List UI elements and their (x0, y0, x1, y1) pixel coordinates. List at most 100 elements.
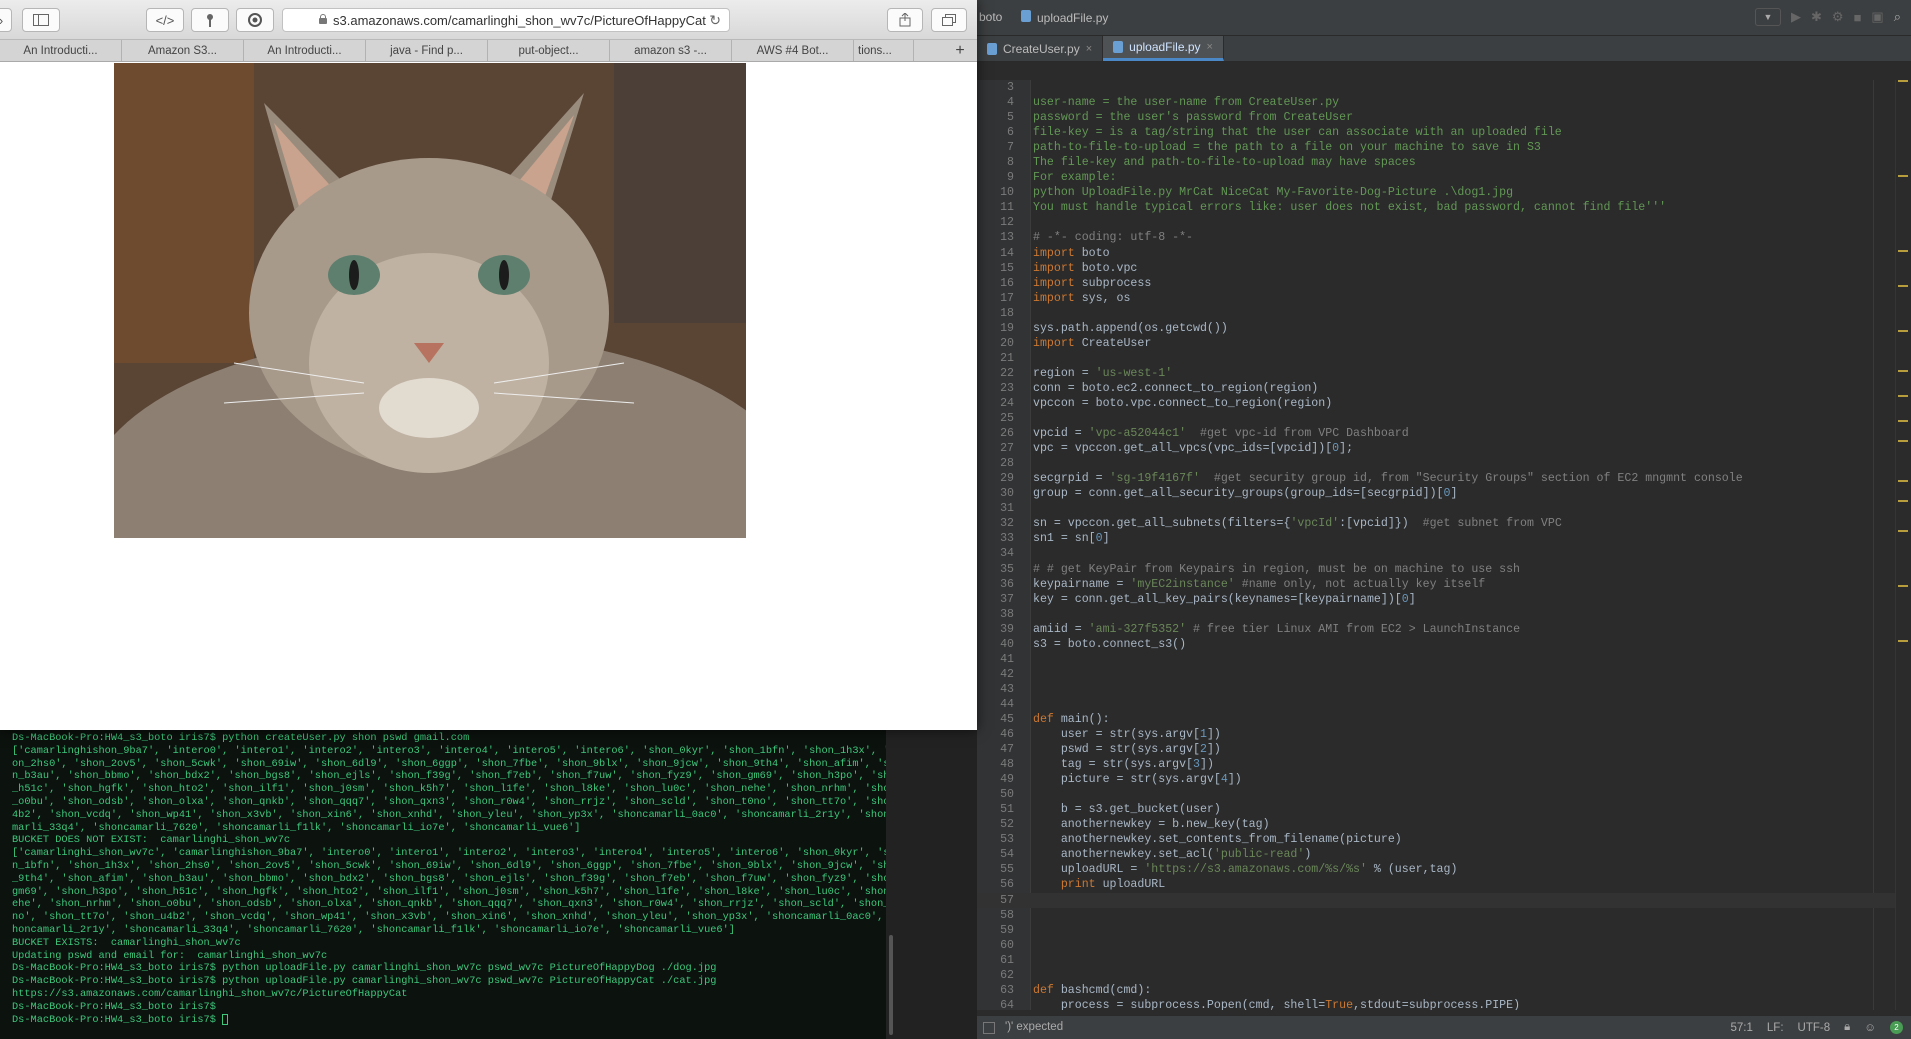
stripe-marker[interactable] (1898, 585, 1908, 587)
browser-tab[interactable]: java - Find p... (366, 40, 488, 61)
tabs-overview-icon[interactable] (931, 8, 967, 32)
breadcrumb-project[interactable]: boto (979, 10, 1002, 24)
share-icon[interactable] (887, 8, 923, 32)
extension-icon[interactable] (236, 8, 274, 32)
breadcrumb-file[interactable]: uploadFile.py (1021, 10, 1108, 25)
run-icon[interactable]: ▶ (1791, 9, 1801, 25)
stripe-marker[interactable] (1898, 395, 1908, 397)
code-line[interactable]: 21 (977, 351, 1911, 366)
debug-icon[interactable]: ✱ (1811, 9, 1822, 25)
code-line[interactable]: 5 password = the user's password from Cre… (977, 110, 1911, 125)
code-line[interactable]: 12 (977, 215, 1911, 230)
code-line[interactable]: 33 sn1 = sn[0] (977, 531, 1911, 546)
stripe-marker[interactable] (1898, 530, 1908, 532)
code-line[interactable]: 43 (977, 682, 1911, 697)
code-line[interactable]: 22 region = 'us-west-1' (977, 366, 1911, 381)
browser-tab[interactable]: An Introducti... (0, 40, 122, 61)
search-icon[interactable]: ⌕ (1894, 9, 1901, 25)
stripe-marker[interactable] (1898, 370, 1908, 372)
file-encoding[interactable]: UTF-8 (1798, 1022, 1831, 1034)
stripe-marker[interactable] (1898, 420, 1908, 422)
code-line[interactable]: 34 (977, 546, 1911, 561)
tab-createuser[interactable]: CreateUser.py × (977, 36, 1104, 61)
code-line[interactable]: 45 def main(): (977, 712, 1911, 727)
code-line[interactable]: 7 path-to-file-to-upload = the path to a … (977, 140, 1911, 155)
close-icon[interactable]: × (1086, 43, 1092, 55)
run-config-dropdown[interactable]: ▼ (1755, 8, 1781, 26)
code-line[interactable]: 36 keypairname = 'myEC2instance' #name on… (977, 577, 1911, 592)
close-icon[interactable]: × (1207, 41, 1213, 53)
code-line[interactable]: 44 (977, 697, 1911, 712)
code-line[interactable]: 26 vpcid = 'vpc-a52044c1' #get vpc-id fro… (977, 426, 1911, 441)
stripe-marker[interactable] (1898, 640, 1908, 642)
code-line[interactable]: 54 anothernewkey.set_acl('public-read') (977, 847, 1911, 862)
code-line[interactable]: 25 (977, 411, 1911, 426)
pin-icon[interactable] (191, 8, 229, 32)
layout-icon[interactable]: ▣ (1871, 9, 1883, 25)
code-line[interactable]: 8 The file-key and path-to-file-to-upload… (977, 155, 1911, 170)
address-bar[interactable]: s3.amazonaws.com/camarlinghi_shon_wv7c/P… (282, 8, 730, 32)
browser-tab[interactable]: tions... (854, 40, 914, 61)
code-line[interactable]: 64 process = subprocess.Popen(cmd, shell… (977, 998, 1911, 1010)
browser-tab[interactable]: AWS #4 Bot... (732, 40, 854, 61)
stripe-marker[interactable] (1898, 500, 1908, 502)
code-line[interactable]: 32 sn = vpccon.get_all_subnets(filters={'… (977, 516, 1911, 531)
stripe-marker[interactable] (1898, 440, 1908, 442)
code-line[interactable]: 9 For example: (977, 170, 1911, 185)
new-tab-button[interactable]: + (943, 40, 977, 61)
browser-tab[interactable]: Amazon S3... (122, 40, 244, 61)
code-line[interactable]: 11 You must handle typical errors like: u… (977, 200, 1911, 215)
code-line[interactable]: 52 anothernewkey = b.new_key(tag) (977, 817, 1911, 832)
code-line[interactable]: 51 b = s3.get_bucket(user) (977, 802, 1911, 817)
code-line[interactable]: 60 (977, 938, 1911, 953)
code-line[interactable]: 23 conn = boto.ec2.connect_to_region(regi… (977, 381, 1911, 396)
terminal-output[interactable]: Ds-MacBook-Pro:HW4_s3_boto iris7$ python… (0, 730, 886, 1039)
developer-icon[interactable]: </> (146, 8, 184, 32)
code-line[interactable]: 56 print uploadURL (977, 877, 1911, 892)
code-line[interactable]: 41 (977, 652, 1911, 667)
code-line[interactable]: 15 import boto.vpc (977, 261, 1911, 276)
code-line[interactable]: 38 (977, 607, 1911, 622)
code-line[interactable]: 46 user = str(sys.argv[1]) (977, 727, 1911, 742)
code-line[interactable]: 48 tag = str(sys.argv[3]) (977, 757, 1911, 772)
code-editor[interactable]: 3 4 user-name = the user-name from CreateU… (977, 80, 1911, 1010)
inspector-icon[interactable]: ☺ (1864, 1022, 1876, 1034)
code-line[interactable]: 17 import sys, os (977, 291, 1911, 306)
code-line[interactable]: 57 (977, 892, 1911, 908)
caret-position[interactable]: 57:1 (1731, 1022, 1753, 1034)
code-area[interactable]: 3 4 user-name = the user-name from CreateU… (977, 80, 1911, 1010)
lock-icon[interactable]: 🔒︎ (1844, 1021, 1850, 1034)
code-line[interactable]: 29 secgrpid = 'sg-19f4167f' #get security… (977, 471, 1911, 486)
code-line[interactable]: 35 # # get KeyPair from Keypairs in regio… (977, 562, 1911, 577)
stripe-marker[interactable] (1898, 480, 1908, 482)
code-line[interactable]: 40 s3 = boto.connect_s3() (977, 637, 1911, 652)
code-line[interactable]: 6 file-key = is a tag/string that the use… (977, 125, 1911, 140)
event-log-icon[interactable]: 2 (1890, 1021, 1903, 1034)
code-line[interactable]: 24 vpccon = boto.vpc.connect_to_region(re… (977, 396, 1911, 411)
browser-tab[interactable]: An Introducti... (244, 40, 366, 61)
code-line[interactable]: 47 pswd = str(sys.argv[2]) (977, 742, 1911, 757)
code-line[interactable]: 10 python UploadFile.py MrCat NiceCat My-… (977, 185, 1911, 200)
code-line[interactable]: 39 amiid = 'ami-327f5352' # free tier Lin… (977, 622, 1911, 637)
code-line[interactable]: 58 (977, 908, 1911, 923)
code-line[interactable]: 28 (977, 456, 1911, 471)
code-line[interactable]: 27 vpc = vpccon.get_all_vpcs(vpc_ids=[vpc… (977, 441, 1911, 456)
stop-icon[interactable]: ■ (1854, 10, 1862, 25)
tab-uploadfile[interactable]: uploadFile.py × (1103, 36, 1224, 61)
sidebar-icon[interactable] (22, 8, 60, 32)
code-line[interactable]: 3 (977, 80, 1911, 95)
stripe-marker[interactable] (1898, 250, 1908, 252)
code-line[interactable]: 19 sys.path.append(os.getcwd()) (977, 321, 1911, 336)
browser-tab[interactable]: amazon s3 -... (610, 40, 732, 61)
stripe-marker[interactable] (1898, 175, 1908, 177)
code-line[interactable]: 18 (977, 306, 1911, 321)
code-line[interactable]: 59 (977, 923, 1911, 938)
stripe-marker[interactable] (1898, 285, 1908, 287)
code-line[interactable]: 61 (977, 953, 1911, 968)
code-line[interactable]: 37 key = conn.get_all_key_pairs(keynames=… (977, 592, 1911, 607)
code-line[interactable]: 16 import subprocess (977, 276, 1911, 291)
code-line[interactable]: 55 uploadURL = 'https://s3.amazonaws.com… (977, 862, 1911, 877)
code-line[interactable]: 63 def bashcmd(cmd): (977, 983, 1911, 998)
tool-windows-icon[interactable] (983, 1022, 995, 1034)
browser-tab[interactable]: put-object... (488, 40, 610, 61)
